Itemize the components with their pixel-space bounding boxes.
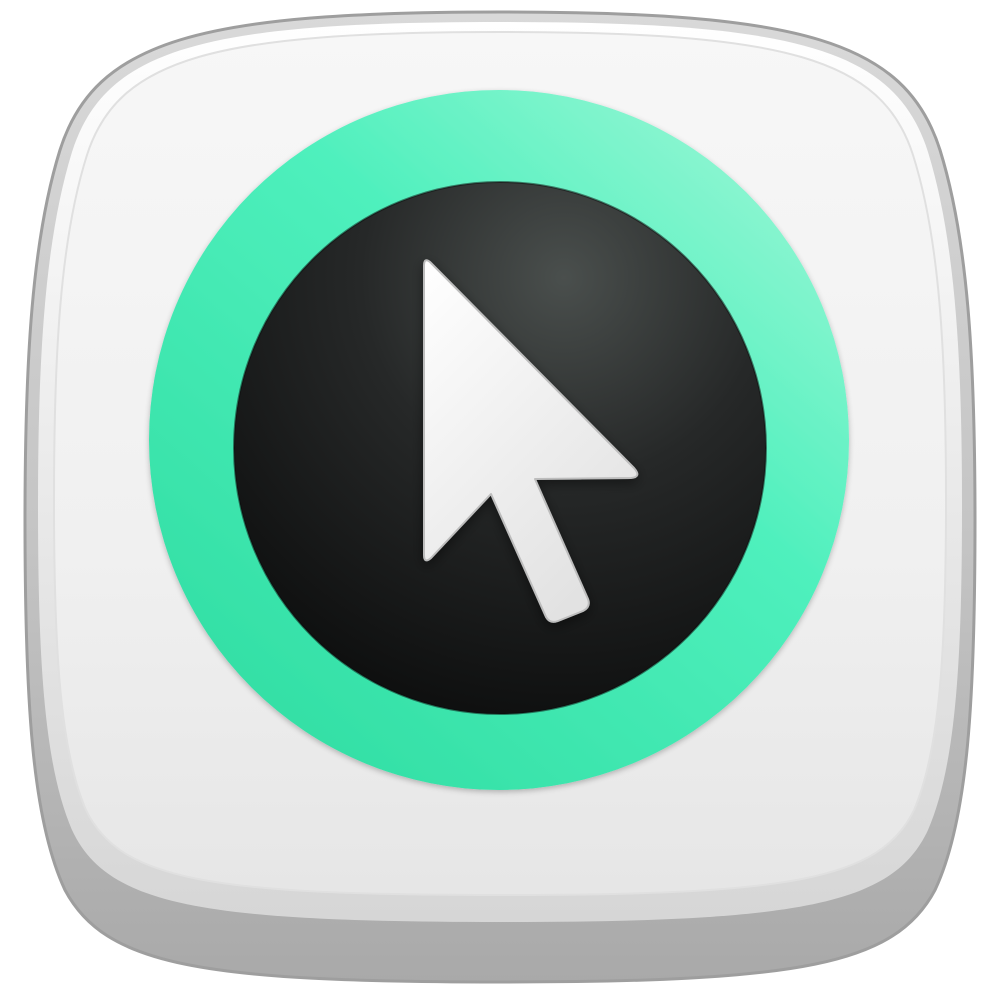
- cursor-app-icon: [23, 10, 977, 984]
- app-icon-canvas: [0, 0, 999, 998]
